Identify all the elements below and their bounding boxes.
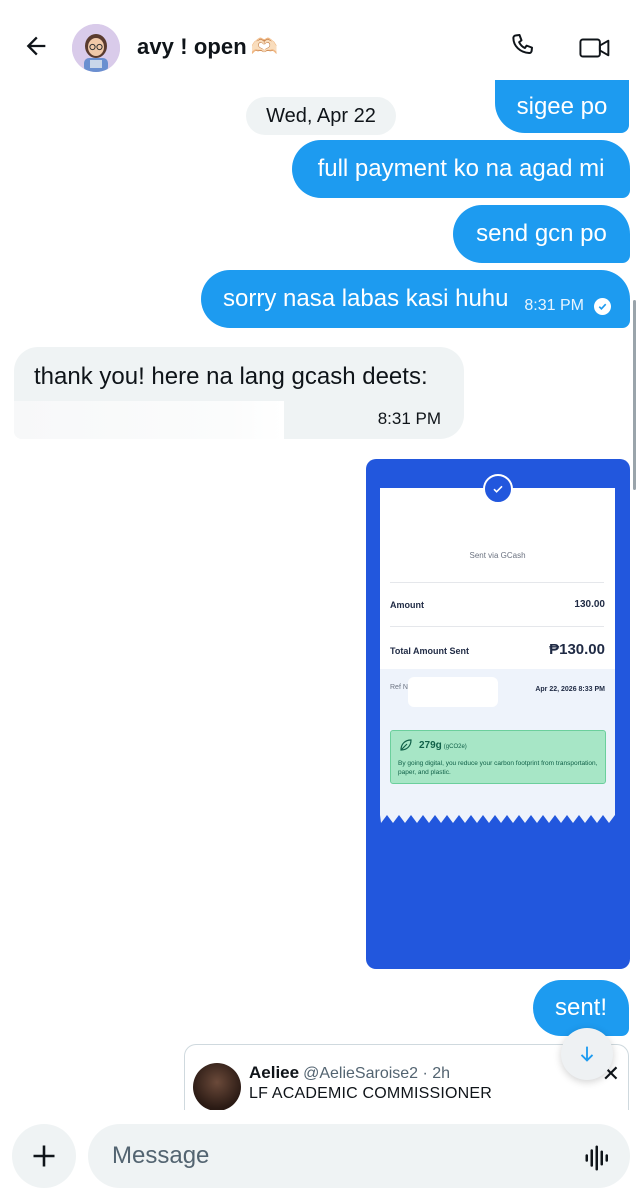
message-timestamp: 8:31 PM: [524, 297, 584, 314]
scrollbar[interactable]: [633, 300, 636, 490]
tweet-handle: @AelieSaroise2 · 2h: [303, 1065, 451, 1082]
contact-name-text: avy ! open: [137, 34, 247, 59]
message-text: full payment ko na agad mi: [317, 155, 605, 182]
message-text: sigee po: [516, 92, 608, 120]
video-camera-icon: [579, 38, 610, 58]
contact-avatar[interactable]: [72, 24, 120, 72]
receipt-amount-value: 130.00: [574, 599, 605, 610]
voice-waveform-icon: [585, 1145, 608, 1171]
tweet-author-avatar: [193, 1063, 241, 1110]
back-arrow-icon: [26, 36, 46, 56]
receipt-date: Apr 22, 2026 8:33 PM: [535, 686, 605, 693]
receipt-ref-label: Ref N: [390, 684, 408, 691]
conversation-header: avy ! open 🫶🏻: [0, 0, 643, 80]
message-text: sent!: [554, 994, 608, 1021]
message-text: send gcn po: [476, 220, 607, 247]
receipt-sent-via: Sent via GCash: [469, 551, 526, 560]
chevron-down-icon: [580, 1046, 594, 1062]
add-attachment-button[interactable]: [12, 1124, 76, 1188]
voice-call-button[interactable]: [508, 31, 544, 67]
receipt-divider: [390, 582, 604, 583]
plus-icon: [33, 1145, 55, 1167]
receipt-torn-edge: [380, 811, 615, 823]
message-input[interactable]: [88, 1124, 630, 1188]
message-outgoing[interactable]: full payment ko na agad mi: [292, 140, 630, 198]
back-button[interactable]: [18, 28, 54, 64]
message-composer: [0, 1112, 643, 1200]
receipt-ref-section: Ref N Apr 22, 2026 8:33 PM 279g (gCO2e) B…: [380, 669, 615, 811]
redacted-gcash-details: [14, 401, 284, 439]
video-call-button[interactable]: [578, 33, 614, 65]
receipt-divider: [390, 626, 604, 627]
checkmark-circle-icon: [483, 474, 513, 504]
message-text: thank you! here na lang gcash deets:: [34, 363, 428, 390]
receipt-amount-label: Amount: [390, 600, 424, 610]
receipt-total-value: ₱130.00: [549, 641, 605, 658]
gcash-receipt-image[interactable]: Sent via GCash Amount 130.00 Total Amoun…: [366, 459, 630, 969]
message-timestamp: 8:31 PM: [377, 409, 441, 428]
avatar-illustration-icon: [72, 24, 120, 72]
carbon-description: By going digital, you reduce your carbon…: [398, 760, 598, 776]
heart-hands-emoji: 🫶🏻: [250, 34, 279, 59]
receipt-total-label: Total Amount Sent: [390, 646, 469, 656]
message-incoming[interactable]: thank you! here na lang gcash deets: 8:3…: [14, 347, 464, 439]
message-outgoing[interactable]: sorry nasa labas kasi huhu 8:31 PM: [201, 270, 630, 328]
contact-name[interactable]: avy ! open 🫶🏻: [137, 34, 278, 60]
message-outgoing[interactable]: send gcn po: [453, 205, 630, 263]
carbon-footprint-box: 279g (gCO2e) By going digital, you reduce…: [390, 730, 606, 784]
tweet-text: LF ACADEMIC COMMISSIONER: [249, 1085, 493, 1102]
tweet-author: Aeliee @AelieSaroise2 · 2h: [249, 1063, 451, 1082]
date-divider: Wed, Apr 22: [246, 97, 396, 135]
phone-icon: [512, 34, 533, 55]
redacted-ref-number: [408, 677, 498, 707]
message-outgoing[interactable]: sigee po: [495, 80, 629, 133]
voice-message-button[interactable]: [582, 1142, 614, 1174]
read-receipt-icon: [594, 298, 611, 315]
receipt-card: Sent via GCash Amount 130.00 Total Amoun…: [380, 474, 615, 811]
message-text: sorry nasa labas kasi huhu: [223, 285, 509, 312]
leaf-icon: [400, 739, 412, 751]
carbon-value: 279g (gCO2e): [419, 740, 467, 751]
scroll-to-bottom-button[interactable]: [561, 1028, 613, 1080]
